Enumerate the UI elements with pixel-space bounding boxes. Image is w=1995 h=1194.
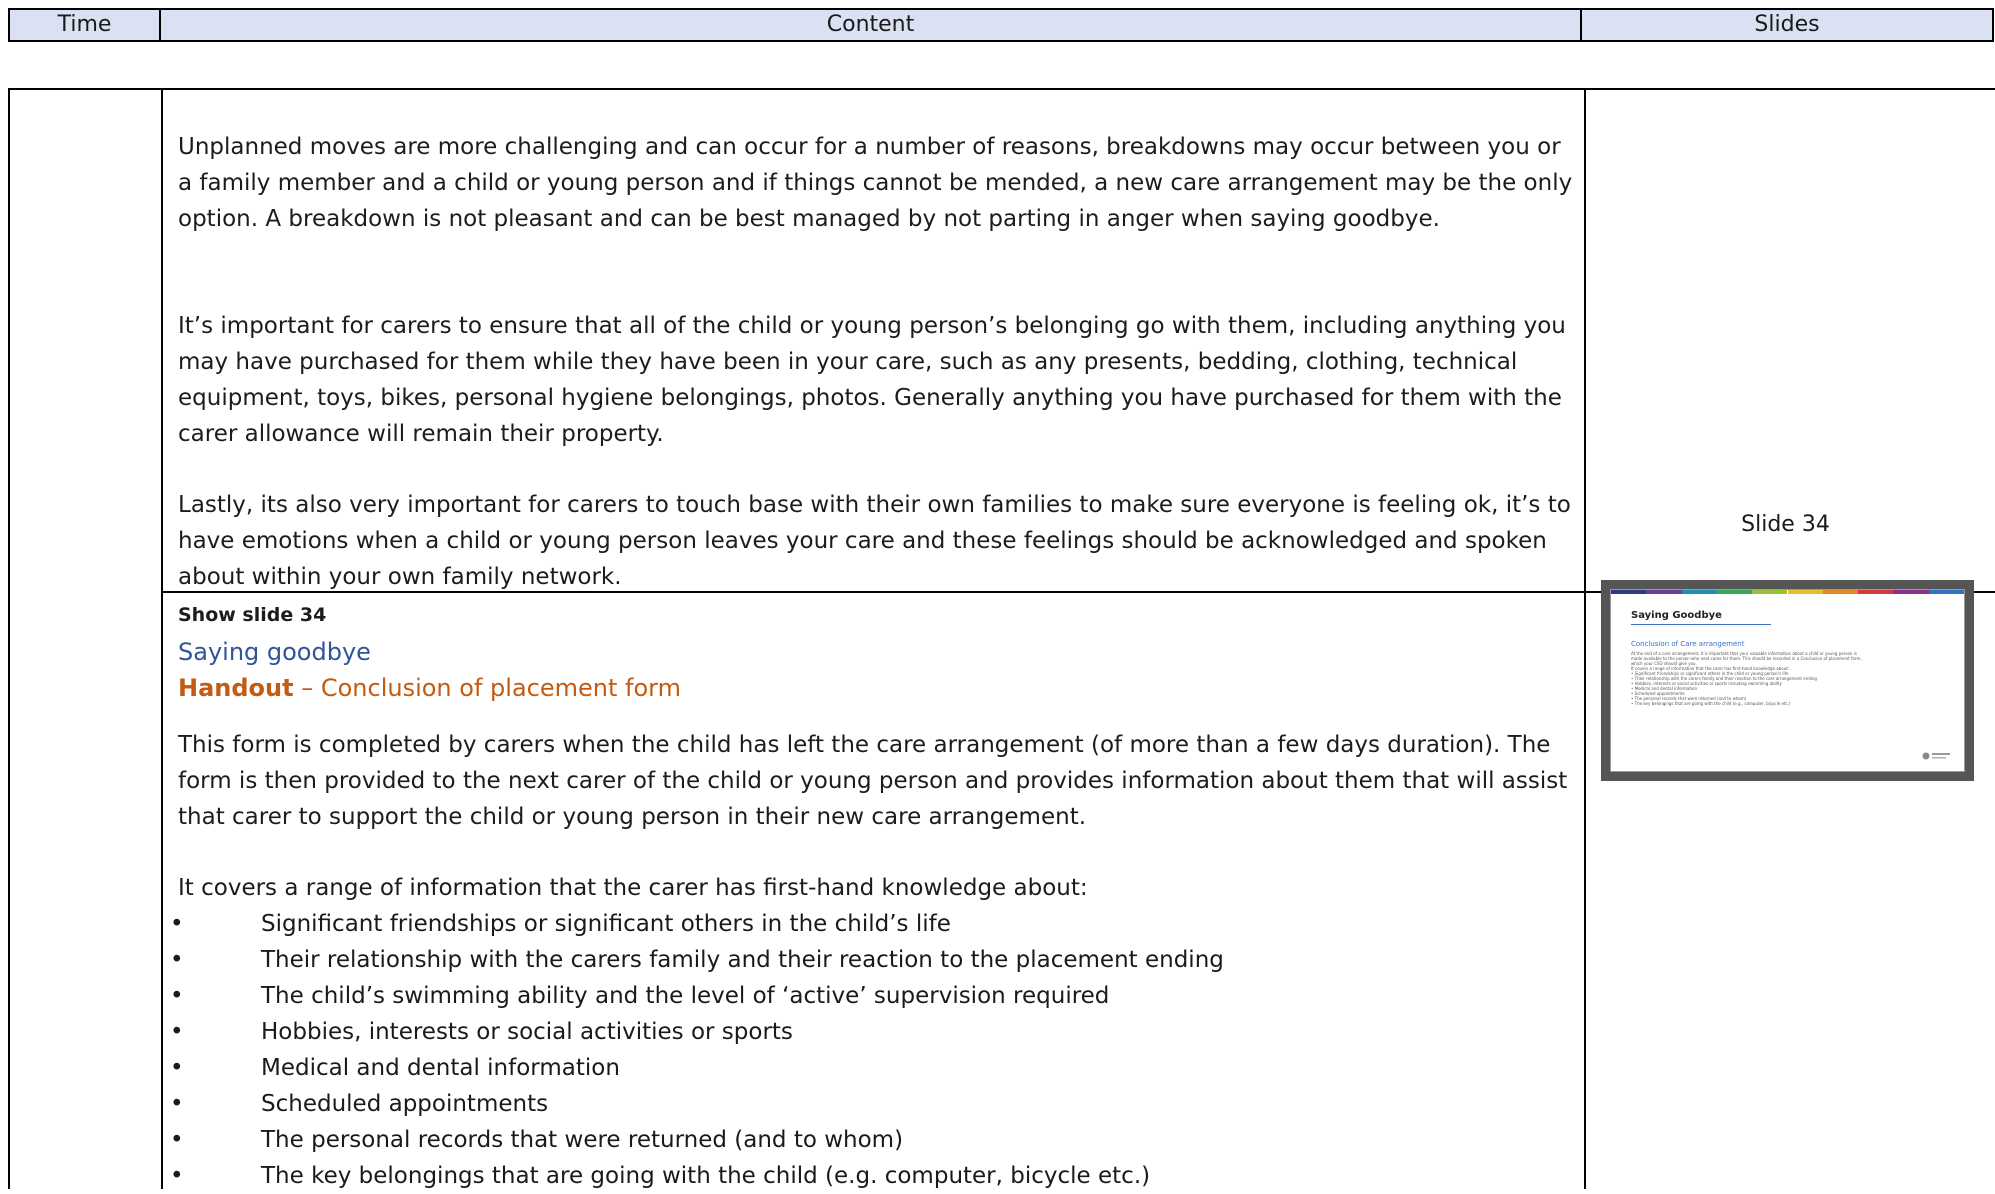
section-subtitle: Saying goodbye <box>178 638 371 666</box>
thumbnail-slide: Saying Goodbye Conclusion of Care arrang… <box>1610 589 1965 772</box>
list-item: • The personal records that were returned… <box>170 1122 1224 1158</box>
list-item: • Medical and dental information <box>170 1050 1224 1086</box>
paragraph-covers-range: It covers a range of information that th… <box>178 875 1088 901</box>
thumbnail-frame <box>1603 772 1972 779</box>
show-slide-instruction: Show slide 34 <box>178 604 327 626</box>
column-divider <box>1584 90 1586 1189</box>
thumbnail-stripe <box>1787 590 1823 594</box>
list-item: • Significant friendships or significant … <box>170 906 1224 942</box>
thumbnail-frame <box>1603 582 1972 589</box>
handout-line: Handout – Conclusion of placement form <box>178 673 681 703</box>
thumbnail-frame <box>1965 582 1972 779</box>
paragraph-unplanned-moves: Unplanned moves are more challenging and… <box>178 134 1573 232</box>
thumbnail-stripe <box>1858 590 1894 594</box>
bullet-icon: • <box>170 947 184 973</box>
bullet-icon: • <box>170 1091 184 1117</box>
header-content: Content <box>161 10 1582 40</box>
bullet-icon: • <box>170 1055 184 1081</box>
list-item: • Their relationship with the carers fami… <box>170 942 1224 978</box>
header-slides: Slides <box>1754 12 1820 37</box>
thumbnail-stripe <box>1611 590 1647 594</box>
list-item: • The key belongings that are going with … <box>170 1158 1224 1194</box>
thumbnail-subtitle: Conclusion of Care arrangement <box>1631 640 1745 648</box>
column-divider <box>161 90 163 1189</box>
bullet-icon: • <box>170 983 184 1009</box>
table-header: Time Content Slides <box>8 8 1994 42</box>
handout-title: – Conclusion of placement form <box>293 674 681 702</box>
thumbnail-title-rule <box>1631 624 1771 625</box>
thumbnail-stripe <box>1928 590 1964 594</box>
list-item: • Hobbies, interests or social activities… <box>170 1014 1224 1050</box>
thumbnail-frame <box>1603 582 1610 779</box>
paragraph-own-family: Lastly, its also very important for care… <box>178 492 1571 590</box>
bullet-icon: • <box>170 911 184 937</box>
thumbnail-stripe <box>1822 590 1859 594</box>
paragraph-form-description: This form is completed by carers when th… <box>178 732 1568 830</box>
coverage-list: • Significant friendships or significant … <box>170 906 1224 1194</box>
bullet-icon: • <box>170 1163 184 1189</box>
thumbnail-stripe <box>1646 590 1682 594</box>
thumbnail-stripe <box>1681 590 1717 594</box>
bullet-icon: • <box>170 1127 184 1153</box>
paragraph-belongings: It’s important for carers to ensure that… <box>178 313 1566 447</box>
thumbnail-title: Saying Goodbye <box>1631 610 1722 621</box>
slide-number-label: Slide 34 <box>1741 512 1830 537</box>
slide-thumbnail: Saying Goodbye Conclusion of Care arrang… <box>1601 580 1974 781</box>
thumbnail-stripe <box>1716 590 1753 594</box>
thumbnail-body: At the end of a care arrangement, it is … <box>1631 651 1862 706</box>
header-time: Time <box>10 10 161 40</box>
list-item: • Scheduled appointments <box>170 1086 1224 1122</box>
handout-label: Handout <box>178 674 294 702</box>
list-item: • The child’s swimming ability and the le… <box>170 978 1224 1014</box>
thumbnail-stripe <box>1752 590 1788 594</box>
bullet-icon: • <box>170 1019 184 1045</box>
queensland-government-logo-icon <box>1922 752 1950 760</box>
thumbnail-stripe <box>1893 590 1929 594</box>
